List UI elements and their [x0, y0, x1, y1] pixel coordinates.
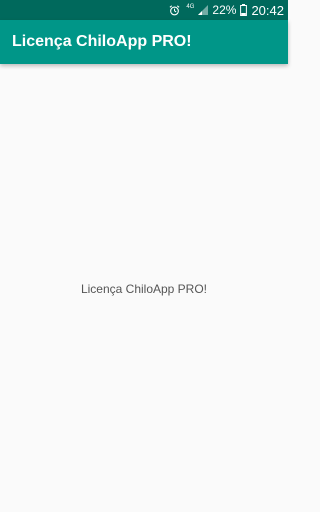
signal-icon [198, 0, 209, 20]
status-bar: 4G 22% 20:42 [0, 0, 288, 20]
license-message: Licença ChiloApp PRO! [80, 282, 208, 296]
app-title: Licença ChiloApp PRO! [12, 33, 192, 50]
app-bar: Licença ChiloApp PRO! [0, 20, 288, 64]
network-type-label: 4G [186, 4, 195, 10]
main-content: Licença ChiloApp PRO! [0, 64, 288, 512]
clock-time: 20:42 [251, 2, 284, 18]
battery-percentage: 22% [212, 3, 237, 17]
battery-icon [240, 0, 248, 20]
alarm-icon [169, 0, 180, 20]
